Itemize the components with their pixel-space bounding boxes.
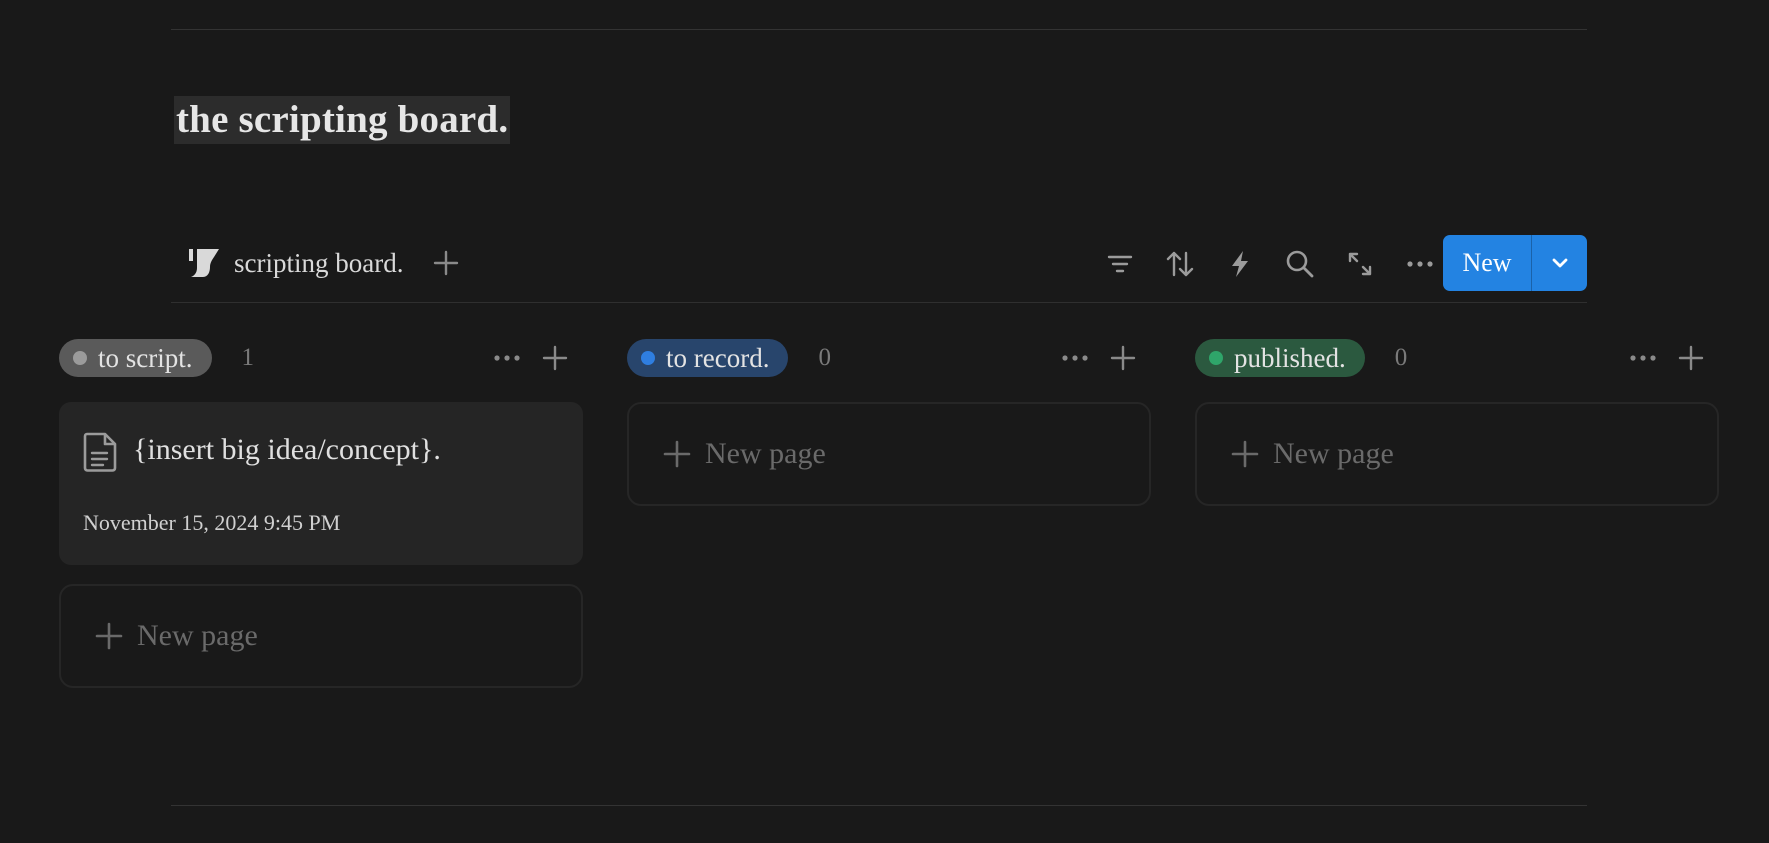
document-icon — [81, 431, 119, 478]
status-dot — [73, 351, 87, 365]
chevron-down-icon[interactable] — [1532, 235, 1587, 291]
column-count: 1 — [241, 344, 255, 371]
status-pill[interactable]: to script. — [59, 339, 212, 377]
column-header: to script. 1 — [59, 338, 583, 378]
new-button-group: New — [1443, 235, 1587, 291]
new-page-label: New page — [1273, 437, 1394, 470]
toolbar-divider — [171, 302, 1587, 303]
column-header: to record. 0 — [627, 338, 1151, 378]
status-dot — [641, 351, 655, 365]
page-title[interactable]: the scripting board. — [174, 96, 511, 144]
bottom-divider — [171, 805, 1587, 806]
status-label: to script. — [98, 342, 193, 373]
board-column-to-script: to script. 1 {insert big idea/concept}. … — [59, 338, 583, 688]
column-header: published. 0 — [1195, 338, 1719, 378]
new-page-label: New page — [705, 437, 826, 470]
new-page-button[interactable]: New page — [1195, 402, 1719, 506]
column-actions — [1057, 340, 1141, 376]
new-page-button[interactable]: New page — [627, 402, 1151, 506]
status-label: to record. — [666, 342, 770, 373]
script-icon — [186, 245, 222, 281]
status-dot — [1209, 351, 1223, 365]
view-label: scripting board. — [234, 247, 404, 278]
plus-icon[interactable] — [537, 340, 573, 376]
view-tab[interactable]: scripting board. — [186, 244, 461, 282]
sort-icon[interactable] — [1150, 244, 1210, 284]
more-icon[interactable] — [489, 340, 525, 376]
toolbar — [1090, 244, 1450, 284]
top-divider — [171, 29, 1587, 30]
column-actions — [489, 340, 573, 376]
new-page-label: New page — [137, 619, 258, 652]
card-title: {insert big idea/concept}. — [133, 433, 441, 466]
board-column-to-record: to record. 0 New page — [627, 338, 1151, 506]
status-label: published. — [1234, 342, 1346, 373]
new-page-button[interactable]: New page — [59, 584, 583, 688]
more-icon[interactable] — [1390, 244, 1450, 284]
filter-icon[interactable] — [1090, 244, 1150, 284]
status-pill[interactable]: published. — [1195, 339, 1365, 377]
add-view-plus-icon[interactable] — [431, 248, 461, 278]
plus-icon[interactable] — [1105, 340, 1141, 376]
plus-icon[interactable] — [1673, 340, 1709, 376]
column-count: 0 — [1394, 344, 1408, 371]
expand-icon[interactable] — [1330, 244, 1390, 284]
column-count: 0 — [818, 344, 831, 371]
search-icon[interactable] — [1270, 244, 1330, 284]
board-column-published: published. 0 New page — [1195, 338, 1719, 506]
more-icon[interactable] — [1625, 340, 1661, 376]
board-card[interactable]: {insert big idea/concept}. November 15, … — [59, 402, 583, 565]
column-actions — [1625, 340, 1709, 376]
automation-bolt-icon[interactable] — [1210, 244, 1270, 284]
card-date: November 15, 2024 9:45 PM — [83, 510, 341, 535]
plus-icon — [661, 438, 693, 470]
status-pill[interactable]: to record. — [627, 339, 789, 377]
more-icon[interactable] — [1057, 340, 1093, 376]
plus-icon — [1229, 438, 1261, 470]
plus-icon — [93, 620, 125, 652]
new-button[interactable]: New — [1443, 235, 1531, 291]
